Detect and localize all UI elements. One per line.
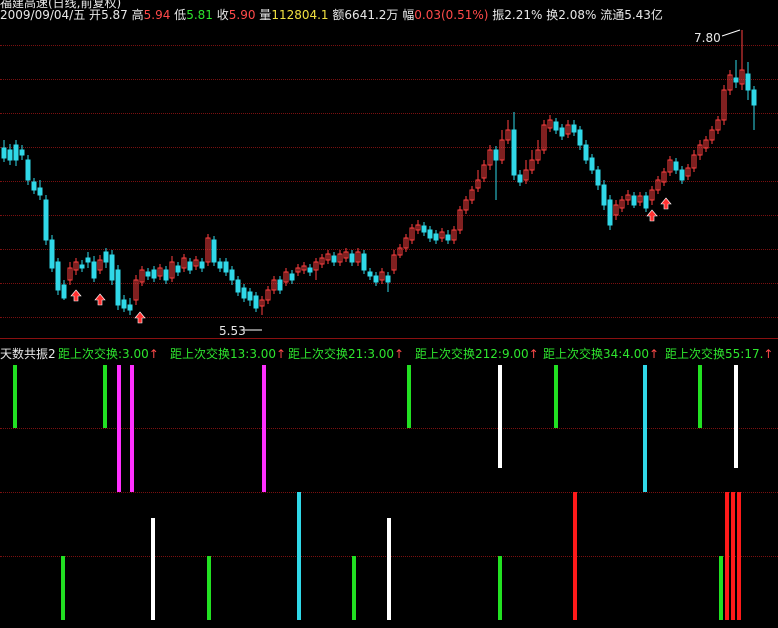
candle-body xyxy=(37,187,43,196)
candle-body xyxy=(109,254,115,281)
candle-body xyxy=(247,291,253,301)
candle-body xyxy=(433,233,439,241)
signal-bar-upper xyxy=(130,365,134,492)
signal-arrow-icon xyxy=(70,289,82,302)
signal-bar-upper xyxy=(498,365,502,468)
signal-bar-upper xyxy=(407,365,411,428)
candle-body xyxy=(553,121,559,131)
candle-body xyxy=(31,181,37,191)
candle-body xyxy=(601,184,607,206)
candle-body xyxy=(517,174,523,183)
signal-bar-lower xyxy=(737,492,741,620)
signal-bar-upper xyxy=(734,365,738,468)
candle-body xyxy=(745,73,751,91)
candle-body xyxy=(163,269,169,281)
signal-arrow-icon xyxy=(646,209,658,222)
candle-body xyxy=(217,261,223,269)
signal-bar-lower xyxy=(297,492,301,620)
candle-body xyxy=(367,271,373,277)
signal-bar-lower xyxy=(352,556,356,620)
candle-body xyxy=(151,269,157,279)
signal-bar-lower xyxy=(725,492,729,620)
signal-arrow-icon xyxy=(660,197,672,210)
candle-body xyxy=(1,147,7,159)
candle-body xyxy=(307,267,313,273)
candle-body xyxy=(43,199,49,241)
candle-body xyxy=(229,269,235,281)
candle-body xyxy=(121,299,127,309)
candle-body xyxy=(373,275,379,283)
candle-body xyxy=(595,169,601,186)
candle-body xyxy=(421,225,427,233)
kline-chart: 7.80 5.53 xyxy=(1,29,757,620)
candle-body xyxy=(607,199,613,226)
signal-arrow-icon xyxy=(134,311,146,324)
candle-body xyxy=(631,195,637,206)
signal-arrow-icon xyxy=(94,293,106,306)
candle-body xyxy=(559,127,565,137)
candle-body xyxy=(577,129,583,146)
signal-bar-lower xyxy=(61,556,65,620)
signal-bar-upper xyxy=(643,365,647,492)
candle-body xyxy=(7,149,13,161)
candle-body xyxy=(199,261,205,269)
signal-bar-lower xyxy=(387,518,391,620)
candle-body xyxy=(511,129,517,176)
candle-body xyxy=(679,169,685,181)
signal-bar-upper xyxy=(103,365,107,428)
signal-bar-lower xyxy=(498,556,502,620)
candle-body xyxy=(571,124,577,133)
signal-bar-upper xyxy=(262,365,266,492)
candle-body xyxy=(13,144,19,161)
candle-body xyxy=(493,149,499,161)
candle-body xyxy=(115,269,121,306)
candle-body xyxy=(643,195,649,209)
candle-body xyxy=(673,161,679,171)
candle-body xyxy=(19,149,25,156)
candle-body xyxy=(427,229,433,239)
candle-body xyxy=(445,234,451,241)
candle-body xyxy=(91,261,97,279)
candle-body xyxy=(223,261,229,273)
candle-body xyxy=(733,77,739,83)
candle-body xyxy=(349,253,355,263)
candle-body xyxy=(55,261,61,291)
candle-body xyxy=(103,251,109,263)
candle-body xyxy=(235,279,241,293)
candle-body xyxy=(127,304,133,311)
signal-bar-lower xyxy=(573,492,577,620)
candle-body xyxy=(49,239,55,269)
candle-body xyxy=(361,253,367,271)
candle-body xyxy=(79,264,85,269)
candle-body xyxy=(25,159,31,181)
high-marker-arrow xyxy=(721,29,741,37)
signal-bar-upper xyxy=(554,365,558,428)
candle-body xyxy=(385,275,391,283)
candle-body xyxy=(289,273,295,281)
candle-body xyxy=(331,255,337,263)
candle-body xyxy=(145,271,151,277)
signal-bar-lower xyxy=(731,492,735,620)
candle-body xyxy=(751,89,757,106)
candle-body xyxy=(589,157,595,171)
candle-body xyxy=(175,265,181,273)
signal-bar-lower xyxy=(719,556,723,620)
signal-bar-upper xyxy=(117,365,121,492)
candle-body xyxy=(61,284,67,299)
candle-body xyxy=(253,295,259,309)
low-marker: 5.53 xyxy=(219,324,246,338)
candle-body xyxy=(583,144,589,161)
signal-bar-lower xyxy=(207,556,211,620)
signal-bar-lower xyxy=(151,518,155,620)
candle-body xyxy=(241,287,247,299)
candle-body xyxy=(85,257,91,263)
candle-body xyxy=(211,239,217,263)
signal-bar-upper xyxy=(13,365,17,428)
candle-body xyxy=(187,261,193,271)
signal-bar-upper xyxy=(698,365,702,428)
high-marker: 7.80 xyxy=(694,31,721,45)
candle-body xyxy=(277,279,283,291)
